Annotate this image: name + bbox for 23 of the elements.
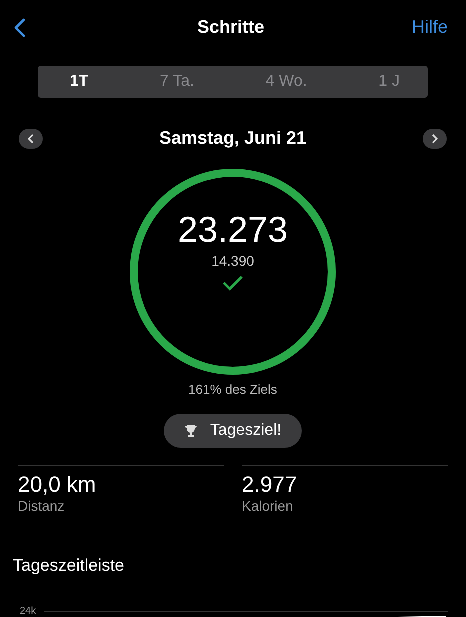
help-link[interactable]: Hilfe (398, 17, 448, 38)
screen-title: Schritte (196, 17, 266, 38)
axis-label: 24k (20, 606, 36, 617)
stat-value: 20,0 km (18, 472, 98, 498)
stat-label: Kalorien (242, 498, 294, 514)
step-count: 23.273 (178, 209, 288, 252)
date-label: Samstag, Juni 21 (159, 128, 307, 150)
back-icon (14, 18, 26, 38)
step-goal: 14.390 (212, 253, 254, 270)
previous-day-button[interactable] (19, 128, 43, 149)
chevron-left-icon (28, 134, 34, 144)
period-tab[interactable]: 4 Wo. (264, 73, 310, 92)
stat-label: Distanz (18, 498, 66, 514)
period-tab[interactable]: 1T (68, 73, 91, 92)
next-day-button[interactable] (423, 128, 447, 149)
chevron-right-icon (432, 134, 438, 144)
stat-value: 2.977 (242, 472, 298, 498)
section-title: Tageszeitleiste (13, 556, 126, 576)
goal-percentage: 161% des Ziels (188, 382, 278, 397)
period-tab[interactable]: 7 Ta. (158, 73, 196, 92)
period-tab[interactable]: 1 J (376, 73, 402, 92)
trophy-icon (184, 424, 198, 438)
daily-goal-badge[interactable]: Tagesziel! (164, 414, 302, 448)
